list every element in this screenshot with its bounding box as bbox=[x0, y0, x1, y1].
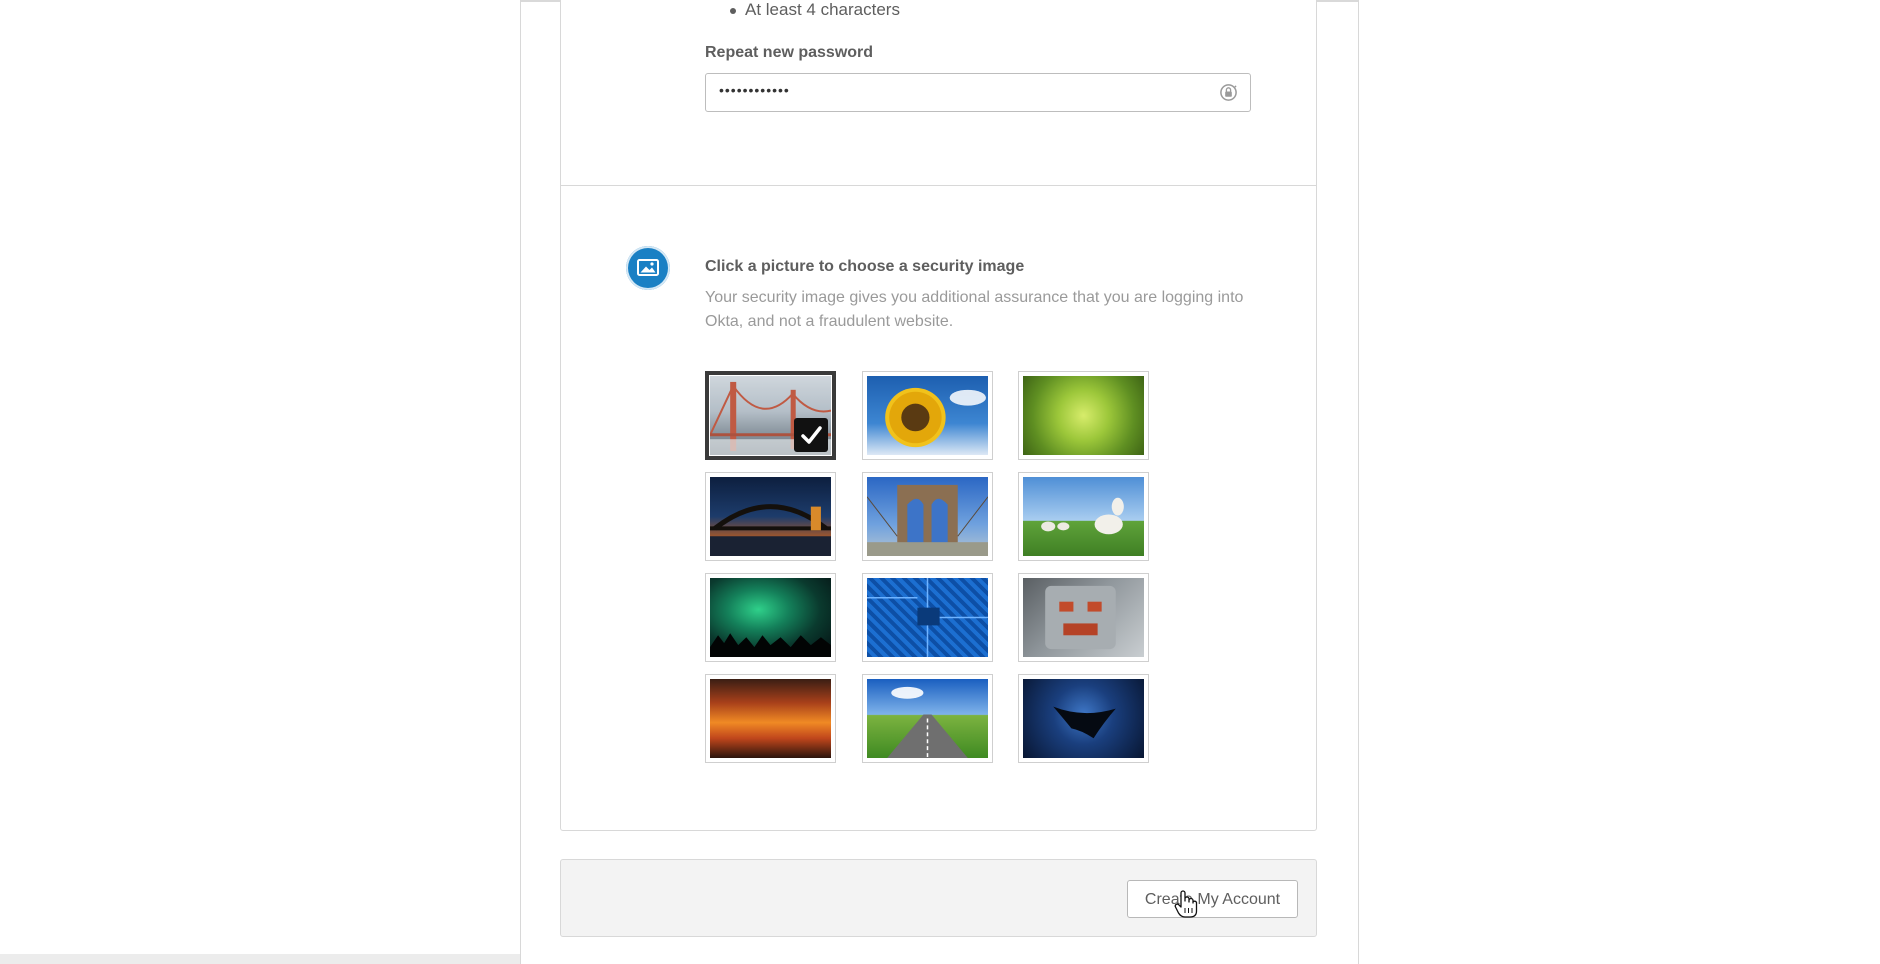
password-manager-icon[interactable] bbox=[1219, 83, 1238, 102]
security-image-toy-robot[interactable] bbox=[1018, 573, 1149, 662]
security-image-sunflower[interactable] bbox=[862, 371, 993, 460]
security-image-aurora[interactable] bbox=[705, 573, 836, 662]
right-pane bbox=[1358, 0, 1880, 964]
hand-cursor-icon bbox=[1174, 890, 1198, 918]
password-value: •••••••••••• bbox=[719, 82, 790, 98]
selected-check-icon bbox=[794, 418, 828, 452]
security-image-open-road[interactable] bbox=[862, 674, 993, 763]
security-image-manta-ray[interactable] bbox=[1018, 674, 1149, 763]
repeat-password-label: Repeat new password bbox=[705, 44, 874, 61]
security-image-title: Click a picture to choose a security ima… bbox=[705, 258, 1025, 275]
page: At least 4 characters Repeat new passwor… bbox=[0, 0, 1880, 964]
security-image-succulent[interactable] bbox=[1018, 371, 1149, 460]
image-icon bbox=[626, 246, 670, 290]
left-pane bbox=[0, 0, 521, 964]
security-image-harbour-bridge-night[interactable] bbox=[705, 472, 836, 561]
security-image-circuit-board[interactable] bbox=[862, 573, 993, 662]
security-image-sunset-clouds[interactable] bbox=[705, 674, 836, 763]
horizontal-scrollbar[interactable] bbox=[0, 954, 520, 964]
security-image-brooklyn-bridge[interactable] bbox=[862, 472, 993, 561]
security-image-goats-on-grass[interactable] bbox=[1018, 472, 1149, 561]
section-divider bbox=[561, 185, 1316, 186]
security-image-description: Your security image gives you additional… bbox=[705, 289, 1244, 330]
create-account-button[interactable]: Create My Account bbox=[1127, 880, 1298, 918]
security-image-golden-gate-bridge[interactable] bbox=[705, 371, 836, 460]
password-rule-item: At least 4 characters bbox=[730, 0, 900, 19]
repeat-password-input[interactable]: •••••••••••• bbox=[705, 73, 1251, 112]
